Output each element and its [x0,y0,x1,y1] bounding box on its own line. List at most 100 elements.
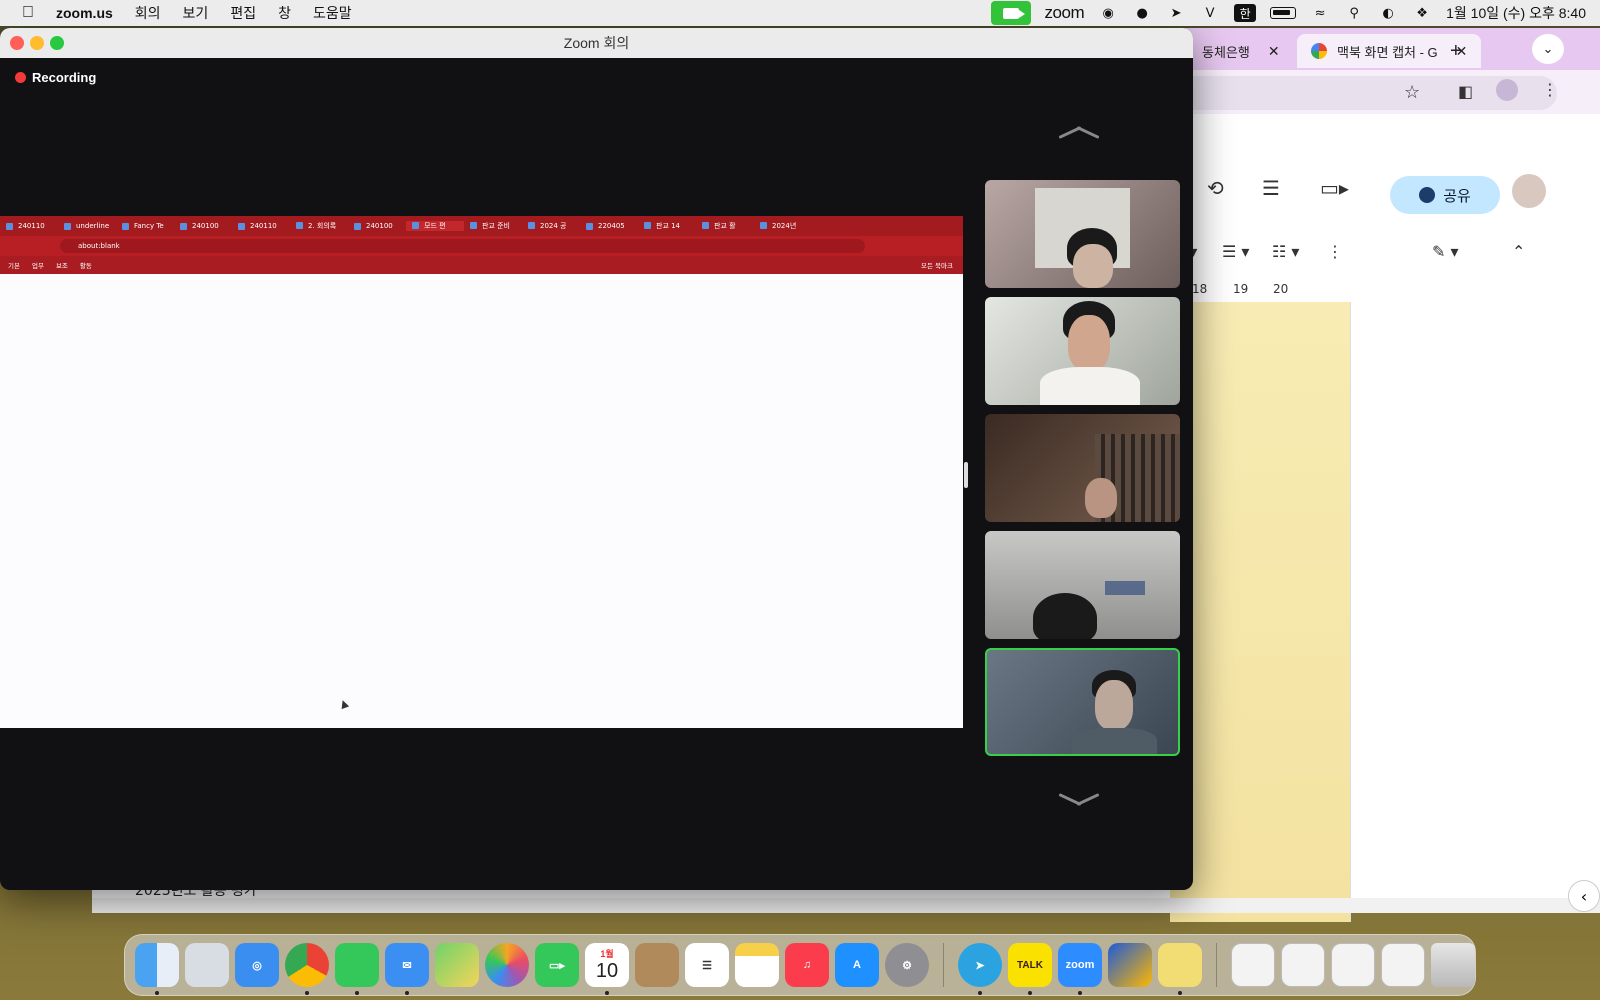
reminders-icon[interactable]: ☰ [685,943,729,987]
zoom-video-status-icon[interactable] [990,1,1031,25]
music-icon[interactable]: ♫ [785,943,829,987]
system-settings-icon[interactable]: ⚙ [885,943,929,987]
dock-separator [943,943,944,987]
pages-icon[interactable] [1108,943,1152,987]
bookmark-star-icon[interactable]: ☆ [1404,82,1420,103]
search-icon[interactable]: ⚲ [1344,5,1364,21]
maximize-window-button[interactable] [50,36,64,50]
record-dot-icon [15,72,26,83]
mail-icon[interactable]: ✉ [385,943,429,995]
profile-avatar[interactable] [1496,79,1518,101]
menu-help[interactable]: 도움말 [313,3,352,23]
new-tab-button[interactable]: + [1450,34,1462,68]
safari-icon[interactable]: ◎ [235,943,279,987]
shared-tab: underline [58,222,116,230]
chevron-up-icon[interactable] [1060,123,1098,143]
zoom-app-icon[interactable]: zoom [1058,943,1102,995]
menu-window[interactable]: 창 [278,3,291,23]
battery-icon[interactable] [1270,7,1297,19]
ruler-mark: 19 [1233,282,1249,296]
window-title: Zoom 회의 [563,35,630,51]
more-toolbar-icon[interactable]: ⋮ [1327,242,1343,261]
contacts-icon[interactable] [635,943,679,987]
shared-tab: 220405 [580,222,638,230]
side-panel-icon[interactable]: ◧ [1458,82,1473,101]
minimized-window-3[interactable] [1331,943,1375,987]
chrome-tab-bank[interactable]: 동체은행 ✕ [1202,34,1280,68]
chrome-icon[interactable] [285,943,329,995]
menu-meeting[interactable]: 회의 [135,3,161,23]
collapse-toolbar-icon[interactable]: ⌃ [1512,242,1525,261]
notes-icon[interactable] [735,943,779,987]
shared-bookmark: 기본 [8,262,20,270]
shared-bookmarks-folder: 모든 북마크 [921,262,953,270]
participant-video-tile-active[interactable] [985,648,1180,756]
calendar-day: 10 [595,960,619,982]
facetime-icon[interactable]: ▭▸ [535,943,579,987]
minimize-window-button[interactable] [30,36,44,50]
kakaotalk-icon[interactable]: TALK [1008,943,1052,995]
calendar-icon[interactable]: 1월 10 [585,943,629,995]
calendar-month: 1월 [600,949,614,959]
photos-icon[interactable] [485,943,529,987]
chevron-down-icon[interactable] [1060,790,1098,810]
more-menu-icon[interactable]: ⋮ [1542,80,1558,99]
minimized-window-2[interactable] [1281,943,1325,987]
recording-indicator[interactable]: Recording [15,70,96,85]
tab-search-button[interactable]: ⌄ [1532,34,1564,64]
menu-view[interactable]: 보기 [183,3,209,23]
participant-video-tile[interactable] [985,180,1180,288]
participant-video-tile[interactable] [985,297,1180,405]
minimized-window-1[interactable] [1231,943,1275,987]
share-button[interactable]: 공유 [1390,176,1500,214]
close-window-button[interactable] [10,36,24,50]
zoom-meeting-window: Zoom 회의 Recording 240110 underline Fancy… [0,28,1193,890]
globe-icon [1419,187,1436,203]
document-page [1170,302,1350,922]
meet-video-icon[interactable]: ▭▸ [1320,176,1349,200]
participant-video-tile[interactable] [985,531,1180,639]
menu-bar:  zoom.us 회의 보기 편집 창 도움말 zoom ◉ ● ➤ ᐯ 한 … [0,0,1600,26]
chevron-left-icon[interactable]: ‹ [1568,880,1600,912]
participant-video-tile[interactable] [985,414,1180,522]
tab-label: 동체은행 [1202,44,1250,60]
app-store-icon[interactable]: A [835,943,879,987]
siri-icon[interactable]: ❖ [1412,5,1432,21]
shared-tab-strip: 240110 underline Fancy Te 240100 240110 … [0,216,963,236]
messages-icon[interactable] [335,943,379,995]
shared-bookmark: 업무 [31,262,44,270]
editing-mode-icon[interactable]: ✎ ▾ [1432,242,1459,261]
user-avatar[interactable] [1512,174,1546,208]
input-method-icon[interactable]: 한 [1234,4,1257,22]
resize-handle[interactable] [964,462,968,488]
control-center-icon[interactable]: ◐ [1378,5,1398,21]
mouse-cursor [338,698,350,710]
horizontal-scrollbar[interactable] [92,898,1600,913]
numbered-list-icon[interactable]: ☷ ▾ [1272,242,1299,261]
maps-icon[interactable] [435,943,479,987]
stickies-icon[interactable] [1158,943,1202,995]
minimized-window-4[interactable] [1381,943,1425,987]
shared-address-row: about:blank [0,236,963,256]
zoom-menu-extra[interactable]: zoom [1045,3,1085,23]
trash-icon[interactable] [1431,943,1475,987]
launchpad-icon[interactable] [185,943,229,987]
finder-icon[interactable] [135,943,179,995]
location-icon[interactable]: ➤ [1166,5,1186,21]
comment-icon[interactable]: ☰ [1262,176,1280,200]
evernote-icon[interactable]: ◉ [1098,5,1118,21]
menu-clock[interactable]: 1월 10일 (수) 오후 8:40 [1446,3,1586,23]
menu-edit[interactable]: 편집 [230,3,256,23]
messages-status-icon[interactable]: ● [1132,5,1152,21]
shared-screen[interactable]: 240110 underline Fancy Te 240100 240110 … [0,216,963,728]
close-icon[interactable]: ✕ [1268,43,1280,60]
wifi-icon[interactable]: ≈ [1310,5,1330,21]
menu-app-name[interactable]: zoom.us [56,5,113,21]
page-margin-line [1350,302,1351,922]
shared-tab-active: 모드 편 [406,221,464,231]
bulleted-list-icon[interactable]: ☰ ▾ [1222,242,1249,261]
telegram-icon[interactable]: ➤ [958,943,1002,995]
history-icon[interactable]: ⟲ [1207,176,1224,200]
apple-icon[interactable]:  [22,4,34,22]
bluetooth-icon[interactable]: ᐯ [1200,5,1220,21]
